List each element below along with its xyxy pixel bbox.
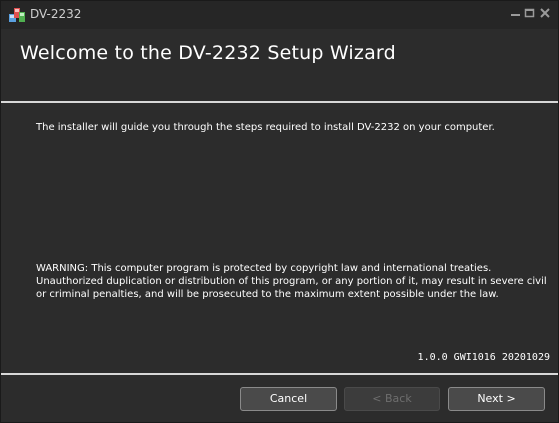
page-title: Welcome to the DV-2232 Setup Wizard [20, 42, 396, 64]
window-title: DV-2232 [30, 7, 82, 21]
footer-divider [1, 373, 558, 375]
next-button[interactable]: Next > [448, 387, 545, 411]
version-label: 1.0.0 GWI1016 20201029 [417, 352, 550, 363]
maximize-icon[interactable] [523, 6, 537, 20]
cancel-button[interactable]: Cancel [240, 387, 337, 411]
header-divider [1, 101, 558, 103]
minimize-icon[interactable] [509, 6, 523, 20]
installer-app-icon [9, 8, 25, 22]
intro-text: The installer will guide you through the… [36, 122, 495, 133]
copyright-warning-text: WARNING: This computer program is protec… [36, 263, 547, 300]
setup-wizard-window: DV-2232 Welcome to the DV-2232 Setup Wiz… [0, 0, 559, 423]
title-bar[interactable]: DV-2232 [1, 1, 558, 29]
close-icon[interactable] [538, 6, 552, 20]
back-button[interactable]: < Back [344, 387, 440, 411]
